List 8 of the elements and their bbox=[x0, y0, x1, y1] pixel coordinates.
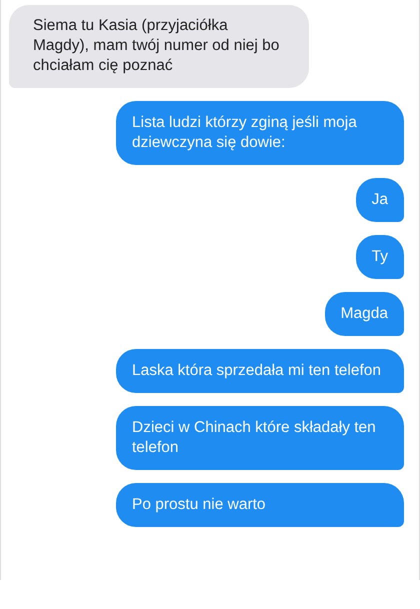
sent-message: Po prostu nie warto bbox=[116, 483, 404, 527]
sent-message: Lista ludzi którzy zginą jeśli moja dziewczyna się dowie: bbox=[116, 101, 404, 165]
sent-message: Ja bbox=[356, 178, 404, 222]
sent-message: Ty bbox=[356, 235, 404, 279]
sent-message: Dzieci w Chinach które składały ten telefon bbox=[116, 406, 404, 470]
sent-message: Laska która sprzedała mi ten telefon bbox=[116, 349, 404, 393]
sent-message: Magda bbox=[324, 292, 404, 336]
received-message: Siema tu Kasia (przyjaciółka Magdy), mam twój numer od niej bo chciałam cię poznać bbox=[9, 5, 309, 88]
